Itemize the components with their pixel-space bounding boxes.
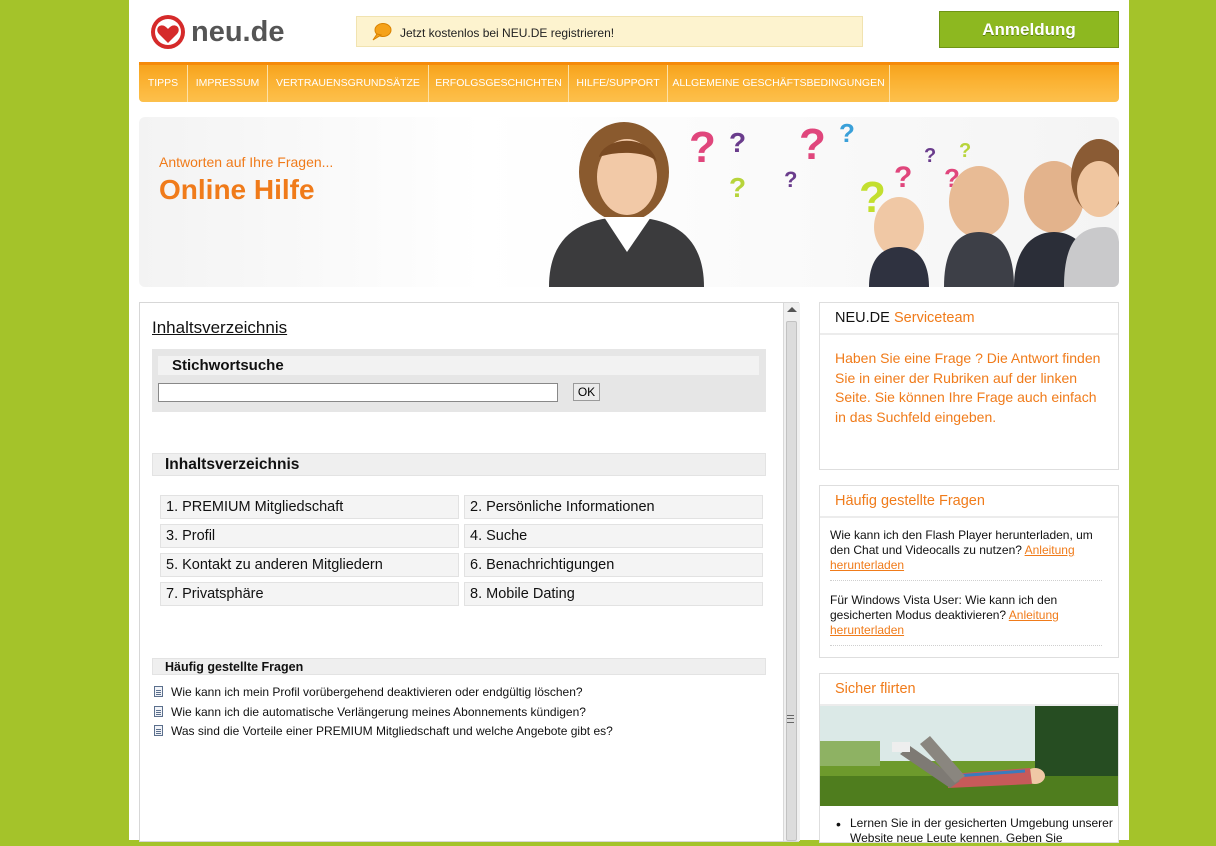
document-icon	[154, 686, 163, 697]
document-icon	[154, 725, 163, 736]
toc-section-bar: Inhaltsverzeichnis	[152, 453, 766, 476]
content-scrollbar[interactable]	[783, 303, 800, 841]
faq-item-text: Wie kann ich mein Profil vorübergehend d…	[171, 685, 583, 699]
logo-wordmark: neu.de	[191, 16, 285, 48]
help-banner: Antworten auf Ihre Fragen... Online Hilf…	[139, 117, 1119, 287]
speech-bubble-icon	[372, 23, 392, 41]
toc-item-persoenliche-informationen[interactable]: 2. Persönliche Informationen	[464, 495, 763, 519]
sidebar-faq-item: Für Windows Vista User: Wie kann ich den…	[830, 593, 1102, 646]
toc-item-suche[interactable]: 4. Suche	[464, 524, 763, 548]
bullet-icon: •	[836, 816, 841, 832]
svg-text:?: ?	[799, 120, 826, 169]
toc-section-title: Inhaltsverzeichnis	[165, 456, 300, 473]
keyword-search-box: Stichwortsuche OK	[152, 349, 766, 412]
svg-text:?: ?	[959, 140, 971, 162]
man-lying-in-grass-image	[820, 706, 1118, 806]
sicher-flirten-header: Sicher flirten	[820, 674, 1118, 706]
keyword-search-input[interactable]	[158, 383, 558, 402]
scroll-thumb[interactable]	[786, 321, 797, 841]
banner-people-image: ? ? ? ? ? ? ? ? ? ? ?	[549, 118, 1119, 287]
sidebar-faq-box: Häufig gestellte Fragen Wie kann ich den…	[819, 485, 1119, 658]
neu-de-logo[interactable]: neu.de	[149, 12, 295, 54]
heart-logo-icon	[151, 15, 185, 49]
page: neu.de Jetzt kostenlos bei NEU.DE regist…	[129, 0, 1129, 845]
svg-text:?: ?	[839, 118, 855, 148]
sicher-flirten-box: Sicher flirten • Lernen Sie in der gesic…	[819, 673, 1119, 845]
serviceteam-box: NEU.DE Serviceteam Haben Sie eine Frage …	[819, 302, 1119, 470]
keyword-search-title: Stichwortsuche	[172, 357, 284, 374]
sidebar-faq-item: Wie kann ich den Flash Player herunterla…	[830, 528, 1102, 581]
sicher-flirten-text: Lernen Sie in der gesicherten Umgebung u…	[850, 816, 1113, 845]
nav-item-agb[interactable]: ALLGEMEINE GESCHÄFTSBEDINGUNGEN	[668, 65, 890, 102]
toc-item-mobile-dating[interactable]: 8. Mobile Dating	[464, 582, 763, 606]
register-notice-text: Jetzt kostenlos bei NEU.DE registrieren!	[400, 26, 615, 40]
svg-text:?: ?	[729, 127, 746, 158]
svg-text:?: ?	[894, 161, 912, 194]
banner-subtitle: Antworten auf Ihre Fragen...	[159, 154, 334, 170]
nav-item-impressum[interactable]: IMPRESSUM	[188, 65, 268, 102]
document-icon	[154, 706, 163, 717]
serviceteam-title-accent: Serviceteam	[894, 310, 975, 326]
serviceteam-header: NEU.DE Serviceteam	[820, 303, 1118, 335]
faq-item-text: Wie kann ich die automatische Verlängeru…	[171, 705, 586, 719]
main-nav: TIPPS IMPRESSUM VERTRAUENSGRUNDSÄTZE ERF…	[139, 62, 1119, 102]
faq-section-bar: Häufig gestellte Fragen	[152, 658, 766, 675]
serviceteam-text: Haben Sie eine Frage ? Die Antwort finde…	[835, 350, 1101, 425]
svg-text:?: ?	[784, 167, 797, 192]
toc-item-kontakt[interactable]: 5. Kontakt zu anderen Mitgliedern	[160, 553, 459, 577]
svg-text:?: ?	[689, 123, 716, 172]
toc-item-benachrichtigungen[interactable]: 6. Benachrichtigungen	[464, 553, 763, 577]
register-notice[interactable]: Jetzt kostenlos bei NEU.DE registrieren!	[356, 16, 863, 47]
keyword-search-ok-button[interactable]: OK	[573, 383, 600, 401]
toc-item-premium[interactable]: 1. PREMIUM Mitgliedschaft	[160, 495, 459, 519]
sidebar-faq-header: Häufig gestellte Fragen	[820, 486, 1118, 518]
nav-item-erfolgsgeschichten[interactable]: ERFOLGSGESCHICHTEN	[429, 65, 569, 102]
nav-item-vertrauensgrundsaetze[interactable]: VERTRAUENSGRUNDSÄTZE	[268, 65, 429, 102]
sicher-flirten-title: Sicher flirten	[835, 681, 916, 697]
toc-item-profil[interactable]: 3. Profil	[160, 524, 459, 548]
scroll-up-arrow-icon[interactable]	[787, 307, 797, 312]
toc-link[interactable]: Inhaltsverzeichnis	[152, 318, 287, 338]
banner-title: Online Hilfe	[159, 174, 315, 205]
scroll-grip-icon	[787, 715, 794, 723]
faq-section-title: Häufig gestellte Fragen	[165, 660, 304, 674]
toc-item-privatsphaere[interactable]: 7. Privatsphäre	[160, 582, 459, 606]
svg-text:?: ?	[924, 145, 936, 167]
svg-text:?: ?	[729, 172, 746, 203]
nav-item-hilfe-support[interactable]: HILFE/SUPPORT	[569, 65, 668, 102]
faq-item-text: Was sind die Vorteile einer PREMIUM Mitg…	[171, 724, 613, 738]
sidebar-faq-title: Häufig gestellte Fragen	[835, 493, 985, 509]
help-content-panel: Inhaltsverzeichnis Stichwortsuche OK Inh…	[139, 302, 800, 842]
serviceteam-title-prefix: NEU.DE	[835, 310, 890, 326]
keyword-search-header: Stichwortsuche	[158, 356, 759, 375]
nav-item-tipps[interactable]: TIPPS	[139, 65, 188, 102]
login-button[interactable]: Anmeldung	[939, 11, 1119, 48]
